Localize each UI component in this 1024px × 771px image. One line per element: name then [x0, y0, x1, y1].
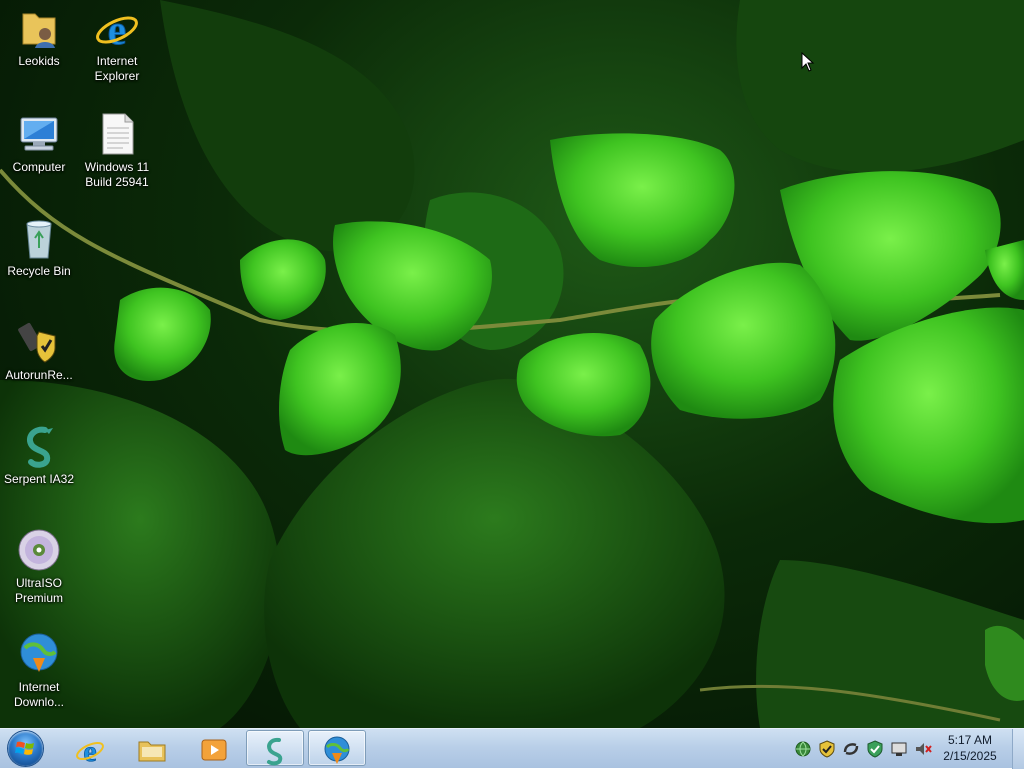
desktop-icon-computer[interactable]: Computer [0, 110, 78, 175]
svg-text:e: e [83, 735, 96, 766]
autorun-shield-icon [18, 322, 56, 363]
show-desktop-button[interactable] [1012, 729, 1024, 769]
internet-explorer-icon: e [96, 8, 138, 52]
desktop-icon-label: Serpent IA32 [3, 472, 75, 486]
file-explorer-icon [138, 741, 166, 762]
desktop-icon-label: Recycle Bin [7, 264, 71, 278]
user-folder-icon [22, 13, 56, 48]
sync-icon[interactable] [842, 740, 860, 758]
disc-icon [18, 529, 60, 571]
desktop-icon-ultraiso[interactable]: UltraISO Premium [0, 526, 78, 606]
desktop-icon-label: Computer [12, 160, 66, 174]
desktop-icon-label: Windows 11 Build 25941 [84, 160, 150, 189]
start-button[interactable] [3, 729, 49, 769]
display-icon[interactable] [890, 740, 908, 758]
text-document-icon [102, 113, 134, 155]
security-check-icon[interactable] [866, 740, 884, 758]
desktop-icon-internet-download-manager[interactable]: Internet Downlo... [0, 630, 78, 710]
network-globe-icon[interactable] [794, 740, 812, 758]
internet-explorer-icon: e [76, 735, 104, 766]
taskbar-clock[interactable]: 5:17 AM 2/15/2025 [932, 732, 1008, 764]
desktop-icon-recycle-bin[interactable]: Recycle Bin [0, 214, 78, 279]
volume-muted-icon[interactable] [914, 740, 932, 758]
desktop-icon-internet-explorer[interactable]: e Internet Explorer [78, 4, 156, 84]
desktop-icon-label: Leokids [18, 54, 60, 68]
desktop-icon-leokids[interactable]: Leokids [0, 4, 78, 69]
serpent-icon [267, 737, 283, 766]
internet-download-manager-icon [20, 633, 58, 672]
taskbar: e 5:17 AM 2/15/2025 [0, 728, 1024, 769]
shield-icon[interactable] [818, 740, 836, 758]
serpent-icon [27, 426, 53, 468]
clock-date: 2/15/2025 [943, 749, 997, 763]
taskbar-serpent[interactable] [246, 730, 304, 766]
taskbar-file-explorer[interactable] [124, 730, 180, 766]
desktop-icon-label: Internet Explorer [94, 54, 140, 83]
clock-time: 5:17 AM [947, 733, 993, 747]
computer-icon [20, 117, 58, 151]
desktop-icon-label: AutorunRe... [5, 368, 73, 382]
mouse-cursor-icon [801, 52, 815, 72]
windows-logo-icon [8, 731, 43, 766]
taskbar-media-player[interactable] [186, 730, 242, 766]
desktop-icon-windows-11-build[interactable]: Windows 11 Build 25941 [78, 110, 156, 190]
media-player-icon [201, 739, 227, 761]
taskbar-internet-explorer[interactable]: e [62, 730, 118, 766]
system-tray: 5:17 AM 2/15/2025 [792, 729, 1024, 769]
taskbar-internet-download-manager[interactable] [308, 730, 366, 766]
desktop-icon-label: UltraISO Premium [14, 576, 63, 605]
desktop-icon-serpent[interactable]: Serpent IA32 [0, 422, 78, 487]
svg-text:e: e [108, 8, 127, 52]
desktop-icon-autorun[interactable]: AutorunRe... [0, 318, 78, 383]
desktop-icon-label: Internet Downlo... [13, 680, 65, 709]
recycle-bin-icon [26, 220, 52, 259]
internet-download-manager-icon [324, 736, 350, 764]
